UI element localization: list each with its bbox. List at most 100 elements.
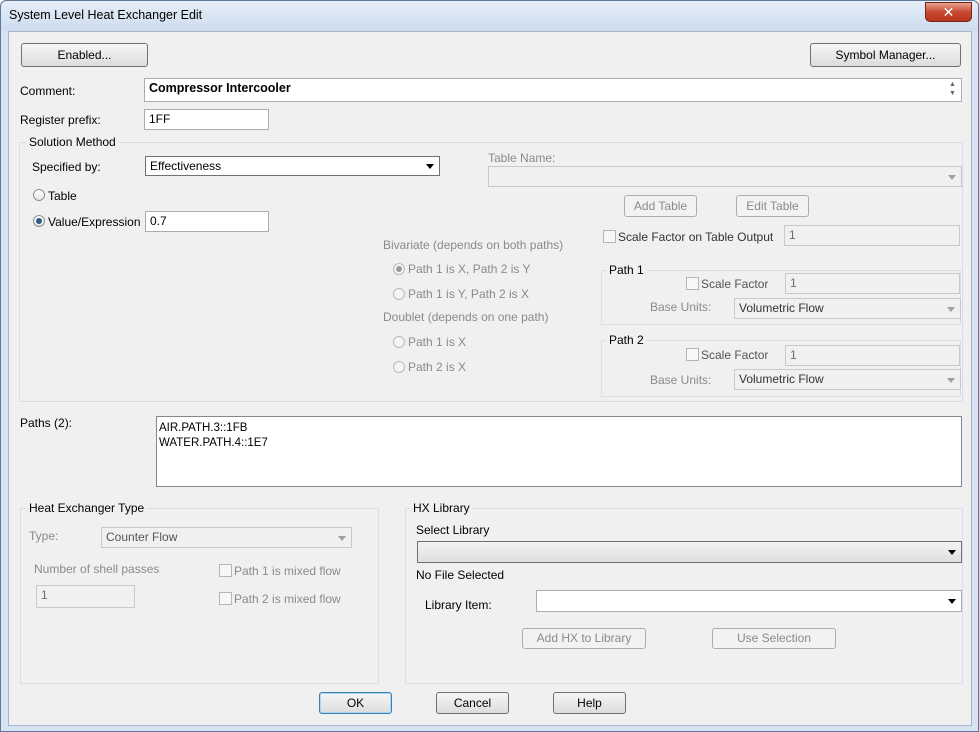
add-hx-to-library-button[interactable]: Add HX to Library bbox=[522, 628, 646, 649]
doublet-option-2-label: Path 2 is X bbox=[408, 360, 467, 374]
register-prefix-field[interactable]: 1FF bbox=[144, 109, 269, 130]
hx-type-value: Counter Flow bbox=[106, 530, 178, 544]
hx-type-select[interactable]: Counter Flow bbox=[101, 527, 352, 548]
path1-title: Path 1 bbox=[606, 263, 647, 277]
add-hx-to-library-label: Add HX to Library bbox=[536, 631, 632, 645]
doublet-option-1-label: Path 1 is X bbox=[408, 335, 467, 349]
comment-value: Compressor Intercooler bbox=[149, 81, 291, 95]
close-icon: ✕ bbox=[942, 4, 955, 20]
scale-output-value: 1 bbox=[789, 228, 796, 242]
path1-base-units-select[interactable]: Volumetric Flow bbox=[734, 298, 961, 319]
doublet-option-2-radio[interactable] bbox=[393, 361, 405, 373]
path2-scale-label: Scale Factor bbox=[701, 348, 769, 362]
register-prefix-label: Register prefix: bbox=[20, 113, 101, 127]
scale-output-checkbox[interactable] bbox=[603, 230, 616, 243]
bivariate-option-1-label: Path 1 is X, Path 2 is Y bbox=[408, 262, 531, 276]
table-name-label: Table Name: bbox=[488, 151, 556, 165]
help-button[interactable]: Help bbox=[553, 692, 626, 714]
cancel-button[interactable]: Cancel bbox=[436, 692, 509, 714]
chevron-down-icon bbox=[947, 377, 955, 383]
comment-label: Comment: bbox=[20, 84, 76, 98]
paths-list[interactable]: AIR.PATH.3::1FB WATER.PATH.4::1E7 bbox=[156, 416, 962, 487]
title-bar[interactable]: System Level Heat Exchanger Edit ✕ bbox=[1, 1, 978, 31]
use-selection-label: Use Selection bbox=[736, 631, 812, 645]
bivariate-label: Bivariate (depends on both paths) bbox=[383, 238, 564, 252]
chevron-down-icon bbox=[947, 306, 955, 312]
chevron-down-icon bbox=[948, 174, 956, 180]
cancel-button-label: Cancel bbox=[453, 696, 492, 710]
shell-passes-value: 1 bbox=[41, 588, 48, 602]
hx-type-label: Type: bbox=[29, 529, 59, 543]
list-item[interactable]: WATER.PATH.4::1E7 bbox=[158, 436, 960, 450]
path1-mixed-checkbox[interactable] bbox=[219, 564, 232, 577]
table-radio-label: Table bbox=[48, 189, 77, 203]
path1-base-units-label: Base Units: bbox=[650, 300, 712, 314]
doublet-label: Doublet (depends on one path) bbox=[383, 310, 549, 324]
add-table-label: Add Table bbox=[633, 199, 688, 213]
value-expression-radio-label: Value/Expression bbox=[48, 215, 141, 229]
list-item[interactable]: AIR.PATH.3::1FB bbox=[158, 420, 960, 436]
path1-scale-checkbox[interactable] bbox=[686, 277, 699, 290]
select-library-dropdown[interactable] bbox=[417, 541, 962, 563]
dialog-window: System Level Heat Exchanger Edit ✕ Enabl… bbox=[0, 0, 979, 732]
solution-method-title: Solution Method bbox=[26, 135, 119, 149]
table-radio[interactable] bbox=[33, 189, 45, 201]
value-expression-value: 0.7 bbox=[150, 214, 167, 228]
scale-output-label: Scale Factor on Table Output bbox=[618, 230, 774, 244]
ok-button-label: OK bbox=[346, 696, 365, 710]
scale-output-field[interactable]: 1 bbox=[784, 225, 960, 246]
use-selection-button[interactable]: Use Selection bbox=[712, 628, 836, 649]
dialog-client-area: Enabled... Symbol Manager... Comment: Co… bbox=[8, 31, 972, 726]
chevron-down-icon bbox=[948, 550, 956, 555]
add-table-button[interactable]: Add Table bbox=[624, 195, 697, 217]
hx-type-title: Heat Exchanger Type bbox=[26, 501, 148, 515]
path2-base-units-select[interactable]: Volumetric Flow bbox=[734, 369, 961, 390]
path2-mixed-label: Path 2 is mixed flow bbox=[234, 592, 341, 606]
help-button-label: Help bbox=[577, 696, 602, 710]
edit-table-label: Edit Table bbox=[746, 199, 799, 213]
library-item-select[interactable] bbox=[536, 590, 962, 612]
enabled-button[interactable]: Enabled... bbox=[21, 43, 148, 67]
specified-by-select[interactable]: Effectiveness bbox=[145, 156, 440, 176]
ok-button[interactable]: OK bbox=[319, 692, 392, 714]
path2-mixed-checkbox[interactable] bbox=[219, 592, 232, 605]
paths-label: Paths (2): bbox=[20, 416, 73, 430]
enabled-button-label: Enabled... bbox=[57, 48, 112, 62]
close-button[interactable]: ✕ bbox=[925, 2, 972, 22]
library-item-label: Library Item: bbox=[425, 598, 492, 612]
bivariate-option-2-label: Path 1 is Y, Path 2 is X bbox=[408, 287, 529, 301]
register-prefix-value: 1FF bbox=[149, 112, 171, 126]
path2-scale-value: 1 bbox=[790, 348, 797, 362]
bivariate-option-2-radio[interactable] bbox=[393, 288, 405, 300]
specified-by-label: Specified by: bbox=[32, 160, 101, 174]
doublet-option-1-radio[interactable] bbox=[393, 336, 405, 348]
window-title: System Level Heat Exchanger Edit bbox=[9, 8, 203, 22]
scroll-up-icon[interactable]: ▲ bbox=[945, 81, 960, 88]
path1-mixed-label: Path 1 is mixed flow bbox=[234, 564, 341, 578]
path1-scale-label: Scale Factor bbox=[701, 277, 769, 291]
symbol-manager-button-label: Symbol Manager... bbox=[835, 48, 936, 62]
edit-table-button[interactable]: Edit Table bbox=[736, 195, 809, 217]
path1-scale-value: 1 bbox=[790, 276, 797, 290]
path1-scale-field[interactable]: 1 bbox=[785, 273, 960, 294]
scroll-down-icon[interactable]: ▼ bbox=[945, 90, 960, 97]
chevron-down-icon bbox=[426, 164, 434, 169]
path2-base-units-value: Volumetric Flow bbox=[739, 372, 824, 386]
shell-passes-field[interactable]: 1 bbox=[36, 585, 135, 608]
path1-base-units-value: Volumetric Flow bbox=[739, 301, 824, 315]
no-file-selected-label: No File Selected bbox=[416, 568, 505, 582]
value-expression-field[interactable]: 0.7 bbox=[145, 211, 269, 232]
chevron-down-icon bbox=[948, 599, 956, 604]
chevron-down-icon bbox=[338, 535, 346, 541]
path2-scale-checkbox[interactable] bbox=[686, 348, 699, 361]
bivariate-option-1-radio[interactable] bbox=[393, 263, 405, 275]
comment-field[interactable]: Compressor Intercooler ▲ ▼ bbox=[144, 78, 962, 102]
symbol-manager-button[interactable]: Symbol Manager... bbox=[810, 43, 961, 67]
table-name-select[interactable] bbox=[488, 166, 962, 187]
value-expression-radio[interactable] bbox=[33, 215, 45, 227]
path2-scale-field[interactable]: 1 bbox=[785, 345, 960, 366]
hx-library-title: HX Library bbox=[410, 501, 473, 515]
specified-by-value: Effectiveness bbox=[150, 159, 222, 173]
select-library-label: Select Library bbox=[416, 523, 490, 537]
path2-base-units-label: Base Units: bbox=[650, 373, 712, 387]
